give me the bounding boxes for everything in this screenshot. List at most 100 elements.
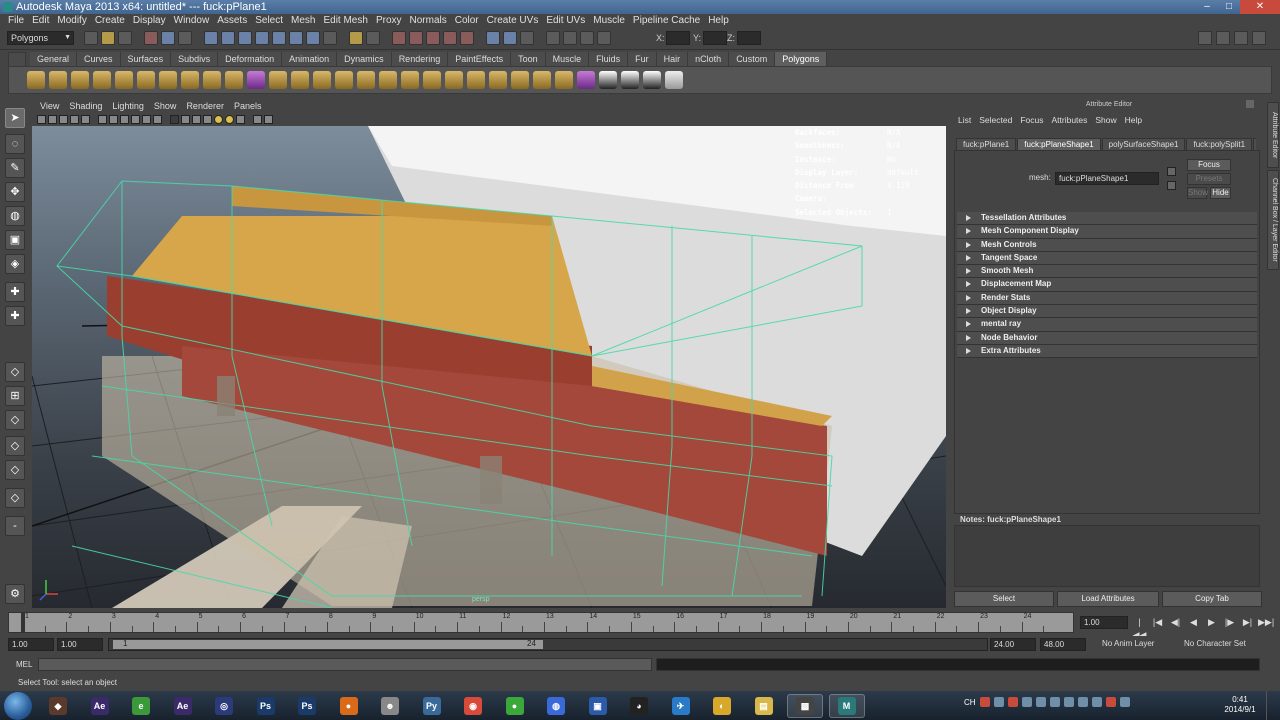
- animation-end-field[interactable]: 48.00: [1040, 638, 1086, 651]
- taskbar-app-after-effects[interactable]: Ae: [82, 694, 118, 718]
- merge-vertices-icon[interactable]: [555, 71, 573, 89]
- range-slider-handle[interactable]: [113, 640, 543, 649]
- shelf-tab-dynamics[interactable]: Dynamics: [337, 52, 392, 66]
- shelf-tab-fluids[interactable]: Fluids: [589, 52, 629, 66]
- tab-fuck-pplane1[interactable]: fuck:pPlane1: [956, 138, 1017, 150]
- open-scene-icon[interactable]: [101, 31, 115, 45]
- notes-field[interactable]: [954, 525, 1260, 587]
- poly-torus-icon[interactable]: [137, 71, 155, 89]
- shelf-tab-surfaces[interactable]: Surfaces: [120, 52, 172, 66]
- new-scene-icon[interactable]: [84, 31, 98, 45]
- poly-plane-icon[interactable]: [115, 71, 133, 89]
- poly-platonic-icon[interactable]: [247, 71, 265, 89]
- shelf-tab-custom[interactable]: Custom: [729, 52, 776, 66]
- shelf-tab-subdivs[interactable]: Subdivs: [171, 52, 219, 66]
- taskbar-app-disc[interactable]: ◎: [206, 694, 242, 718]
- manipulator-tool-icon[interactable]: ◈: [5, 254, 25, 274]
- viewport-menu-renderer[interactable]: Renderer: [181, 100, 229, 112]
- taskbar-app-game[interactable]: ◆: [40, 694, 76, 718]
- mask-deformers-icon[interactable]: [272, 31, 286, 45]
- menu-normals[interactable]: Normals: [406, 14, 451, 28]
- tray-volume-icon[interactable]: [1091, 697, 1102, 707]
- render-frame-icon[interactable]: [563, 31, 577, 45]
- average-vertices-icon[interactable]: [379, 71, 397, 89]
- four-view-layout-icon[interactable]: ⊞: [5, 386, 25, 406]
- mask-joints-icon[interactable]: [221, 31, 235, 45]
- shelf-tab-rendering[interactable]: Rendering: [391, 52, 449, 66]
- maximize-button[interactable]: □: [1218, 0, 1240, 14]
- snap-curve-icon[interactable]: [409, 31, 423, 45]
- safe-title-icon[interactable]: [153, 114, 162, 124]
- lasso-tool-icon[interactable]: ◌: [5, 134, 25, 154]
- go-to-end-icon[interactable]: ▶▶|: [1258, 616, 1274, 629]
- taskbar-app-maya-clip[interactable]: ▩: [787, 694, 823, 718]
- render-settings-icon[interactable]: [597, 31, 611, 45]
- taskbar-app-qq[interactable]: ◕: [621, 694, 657, 718]
- command-input[interactable]: [38, 658, 652, 671]
- taskbar-app-firefox[interactable]: ●: [331, 694, 367, 718]
- poly-prism-icon[interactable]: [159, 71, 177, 89]
- viewport-menu-show[interactable]: Show: [149, 100, 182, 112]
- taskbar-app-baidu[interactable]: ◍: [538, 694, 574, 718]
- poly-pipe-icon[interactable]: [181, 71, 199, 89]
- shelf-tab-muscle[interactable]: Muscle: [545, 52, 590, 66]
- taskbar-app-maya[interactable]: M: [828, 694, 865, 718]
- clock[interactable]: 0:41 2014/9/1: [1222, 695, 1258, 715]
- viewport-menu-shading[interactable]: Shading: [64, 100, 107, 112]
- time-slider[interactable]: 1 2 3 4 5 6 7 8 9 10 11 12 13 14 15 16 17 18 19 20 21 22 23 24: [8, 612, 1074, 633]
- wireframe-on-shaded-icon[interactable]: [192, 114, 201, 124]
- y-field[interactable]: [703, 31, 727, 45]
- construction-history-icon[interactable]: [520, 31, 534, 45]
- toggle-channel-box-icon[interactable]: [1252, 31, 1266, 45]
- shelf-tab-curves[interactable]: Curves: [77, 52, 121, 66]
- close-panel-icon[interactable]: [1246, 100, 1254, 108]
- go-to-input-icon[interactable]: [1167, 167, 1176, 176]
- smooth-shade-icon[interactable]: [181, 114, 190, 124]
- bookmarks-icon[interactable]: [59, 114, 68, 124]
- combine-icon[interactable]: [269, 71, 287, 89]
- tray-flag-icon[interactable]: [1035, 697, 1046, 707]
- poly-cone-icon[interactable]: [93, 71, 111, 89]
- xray-icon[interactable]: [264, 114, 273, 124]
- tab-channel-box[interactable]: Channel Box / Layer Editor: [1267, 170, 1279, 270]
- poly-cylinder-icon[interactable]: [71, 71, 89, 89]
- mel-label[interactable]: MEL: [16, 660, 32, 669]
- menu-edit-uvs[interactable]: Edit UVs: [542, 14, 589, 28]
- textured-icon[interactable]: [203, 114, 212, 124]
- bridge-icon[interactable]: [445, 71, 463, 89]
- menu-color[interactable]: Color: [451, 14, 483, 28]
- tray-app-icon[interactable]: [979, 697, 990, 707]
- tray-cloud-icon[interactable]: [1119, 697, 1130, 707]
- resolution-gate-icon[interactable]: [109, 114, 118, 124]
- tray-network-icon[interactable]: [1049, 697, 1060, 707]
- cylindrical-mapping-icon[interactable]: [621, 71, 639, 89]
- create-uvs-icon[interactable]: [577, 71, 595, 89]
- wireframe-icon[interactable]: [170, 114, 179, 124]
- safe-action-icon[interactable]: [142, 114, 151, 124]
- highlight-selection-icon[interactable]: [366, 31, 380, 45]
- taskbar-app-photoshop[interactable]: Ps: [248, 694, 284, 718]
- modeling-toolkit-icon[interactable]: ⚙: [5, 584, 25, 604]
- use-all-lights-icon[interactable]: [214, 114, 223, 124]
- copy-tab-button[interactable]: Copy Tab: [1162, 591, 1262, 607]
- tray-help-icon[interactable]: [993, 697, 1004, 707]
- menu-select[interactable]: Select: [251, 14, 287, 28]
- menu-muscle[interactable]: Muscle: [589, 14, 629, 28]
- uv-texture-editor-icon[interactable]: [665, 71, 683, 89]
- spherical-mapping-icon[interactable]: [643, 71, 661, 89]
- scale-tool-icon[interactable]: ▣: [5, 230, 25, 250]
- x-field[interactable]: [666, 31, 690, 45]
- camera-attributes-icon[interactable]: [48, 114, 57, 124]
- start-button[interactable]: [4, 692, 32, 720]
- character-set-select[interactable]: No Character Set: [1184, 638, 1246, 650]
- persp-graph-layout-icon[interactable]: ◇: [5, 436, 25, 456]
- section-displacement-map[interactable]: Displacement Map: [957, 278, 1257, 292]
- section-smooth-mesh[interactable]: Smooth Mesh: [957, 265, 1257, 279]
- playback-end-field[interactable]: 24.00: [990, 638, 1036, 651]
- taskbar-app-python[interactable]: Py: [414, 694, 450, 718]
- select-object-icon[interactable]: [161, 31, 175, 45]
- mesh-name-field[interactable]: fuck:pPlaneShape1: [1055, 172, 1159, 185]
- section-tangent-space[interactable]: Tangent Space: [957, 251, 1257, 266]
- shelf-tab-general[interactable]: General: [30, 52, 78, 66]
- separate-icon[interactable]: [291, 71, 309, 89]
